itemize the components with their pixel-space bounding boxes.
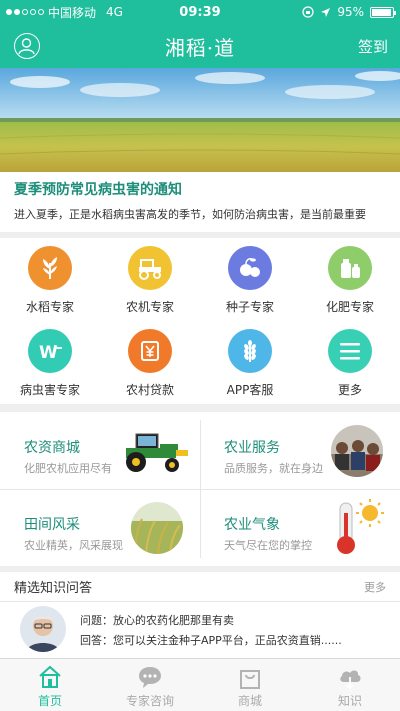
qa-section-title: 精选知识问答 [14,581,93,596]
people-service-image [331,425,383,477]
tab-label: 首页 [37,694,62,708]
rice-icon [28,246,72,290]
service-agri-service[interactable]: 农业服务 品质服务，就在身边 [200,412,400,489]
tab-bar: 首页 专家咨询 商城 知识 [0,658,400,711]
fertilizer-bottle-icon [328,246,372,290]
grid-item-pest-expert[interactable]: W 病虫害专家 [0,321,100,404]
grid-label: 更多 [337,383,362,397]
grid-label: 农村贷款 [125,383,174,397]
tab-knowledge[interactable]: 知识 [300,659,400,711]
battery-level [372,8,391,16]
grid-item-app-support[interactable]: APP客服 [200,321,300,404]
qa-question: 问题：放心的农药化肥那里有卖 [80,614,234,627]
tab-label: 专家咨询 [125,694,174,708]
qa-header: 精选知识问答 更多 [0,572,400,602]
service-field-showcase[interactable]: 田间风采 农业精英，风采展现 [0,489,200,566]
grid-label: 农机专家 [125,300,174,314]
service-subtitle: 农业精英，风采展现 [24,539,123,552]
network-label: 4G [106,5,123,19]
grid-label: APP客服 [226,383,274,397]
grid-item-seed-expert[interactable]: 种子专家 [200,238,300,321]
tab-label: 商城 [237,694,262,708]
app-title: 湘稻·道 [164,35,236,60]
grid-item-machinery-expert[interactable]: 农机专家 [100,238,200,321]
feature-grid: 水稻专家 农机专家 种子专家 化肥专家 W 病虫害专家 农村贷款 APP客服 更… [0,238,400,404]
shopping-bag-icon [240,670,260,689]
qa-more-link[interactable]: 更多 [364,579,386,595]
tab-expert-consult[interactable]: 专家咨询 [100,659,200,711]
seed-fruit-icon [228,246,272,290]
grid-item-more[interactable]: 更多 [300,321,400,404]
loan-yen-icon [128,329,172,373]
sprayer-icon: W [28,329,72,373]
status-left: 中国移动 4G [6,4,156,21]
tab-mall[interactable]: 商城 [200,659,300,711]
service-subtitle: 化肥农机应用尽有 [24,462,112,475]
tractor-icon [128,246,172,290]
check-in-button[interactable]: 签到 [358,36,388,57]
status-time: 09:39 [179,4,221,20]
chat-icon [139,667,161,688]
service-title: 农业服务 [224,440,280,456]
nav-bar: 湘稻·道 签到 [0,24,400,68]
home-icon [39,665,61,688]
service-title: 农资商城 [24,440,80,456]
service-agri-mall[interactable]: 农资商城 化肥农机应用尽有 [0,412,200,489]
grid-item-fertilizer-expert[interactable]: 化肥专家 [300,238,400,321]
qa-answer: 回答：您可以关注金种子APP平台，正品农资直销...... [80,634,342,647]
service-title: 农业气象 [224,517,280,533]
status-right: 95% [244,5,396,19]
grid-label: 化肥专家 [325,300,374,314]
qa-item[interactable]: 问题：放心的农药化肥那里有卖 回答：您可以关注金种子APP平台，正品农资直销..… [0,602,400,658]
tab-label: 知识 [337,694,362,708]
wheat-icon [228,329,272,373]
menu-icon [328,329,372,373]
rice-field-image [131,502,183,554]
banner-image[interactable] [0,68,400,172]
service-agri-weather[interactable]: 农业气象 天气尽在您的掌控 [200,489,400,566]
grid-item-rural-loan[interactable]: 农村贷款 [100,321,200,404]
notice-title[interactable]: 夏季预防常见病虫害的通知 [14,180,386,200]
thermometer-sun-image [337,499,384,554]
service-subtitle: 天气尽在您的掌控 [224,539,312,552]
services-panel: 农资商城 化肥农机应用尽有 农业服务 品质服务，就在身边 田间风采 农业精英，风… [0,412,400,566]
service-subtitle: 品质服务，就在身边 [224,462,323,475]
expert-avatar [20,606,66,652]
rotation-lock-icon [302,6,314,18]
grid-label: 种子专家 [225,300,274,314]
grid-label: 病虫害专家 [19,383,80,397]
tab-home[interactable]: 首页 [0,659,100,711]
grid-label: 水稻专家 [25,300,74,314]
notice-card[interactable]: 夏季预防常见病虫害的通知 进入夏季，正是水稻病虫害高发的季节，如何防治病虫害，是… [0,172,400,232]
battery-percent: 95% [337,5,364,19]
notice-description: 进入夏季，正是水稻病虫害高发的季节，如何防治病虫害，是当前最重要 [14,208,366,221]
user-avatar-icon[interactable] [14,33,40,59]
battery-icon [370,6,396,18]
app-screen: 中国移动 4G 09:39 95% 湘稻·道 签到 夏季预防常见病虫害的通知 进… [0,0,400,711]
signal-strength-icon [6,9,44,15]
tractor-image [126,433,188,472]
grid-item-rice-expert[interactable]: 水稻专家 [0,238,100,321]
cloud-knowledge-icon [340,670,361,690]
service-title: 田间风采 [24,517,80,533]
carrier-label: 中国移动 [48,5,97,20]
location-arrow-icon [321,7,331,17]
status-bar: 中国移动 4G 09:39 95% [0,0,400,24]
